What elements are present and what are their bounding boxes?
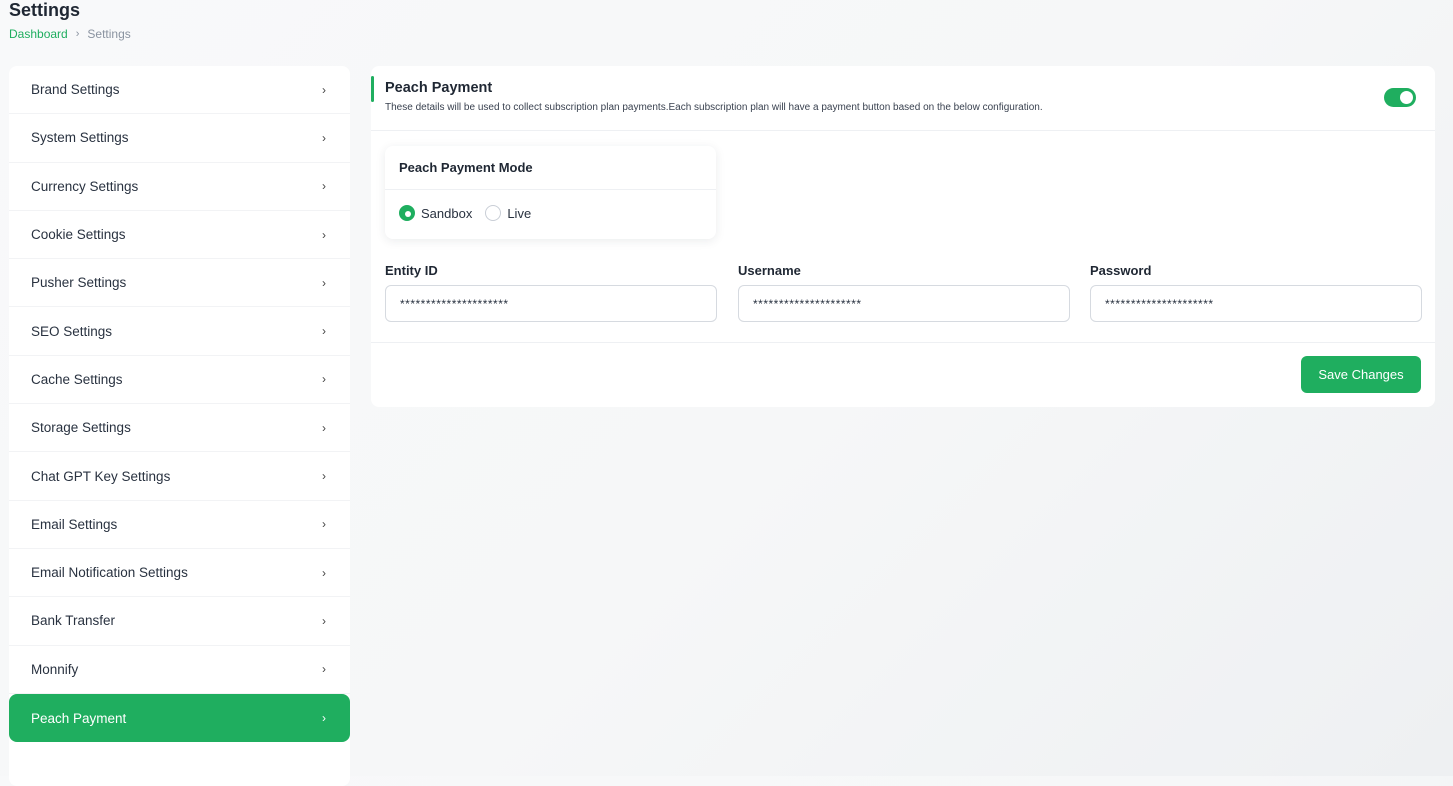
username-label: Username bbox=[738, 263, 801, 278]
card-title: Peach Payment bbox=[385, 80, 493, 96]
sidebar-item-seo-settings[interactable]: SEO Settings › bbox=[9, 307, 350, 356]
sidebar-item-label: Cache Settings bbox=[31, 371, 123, 387]
header-accent-bar bbox=[371, 76, 374, 102]
enable-peach-payment-toggle[interactable] bbox=[1384, 88, 1416, 107]
sidebar-item-label: Storage Settings bbox=[31, 420, 131, 436]
entity-id-label: Entity ID bbox=[385, 263, 438, 278]
sidebar-item-chat-gpt-key-settings[interactable]: Chat GPT Key Settings › bbox=[9, 452, 350, 501]
sidebar-item-label: System Settings bbox=[31, 130, 129, 146]
sidebar-item-email-settings[interactable]: Email Settings › bbox=[9, 501, 350, 549]
sidebar-item-pusher-settings[interactable]: Pusher Settings › bbox=[9, 259, 350, 308]
radio-sandbox[interactable]: Sandbox bbox=[399, 205, 472, 221]
sidebar-item-label: Currency Settings bbox=[31, 178, 139, 194]
username-group: Username bbox=[738, 263, 1070, 322]
peach-payment-card: Peach Payment These details will be used… bbox=[371, 66, 1435, 407]
breadcrumb: Dashboard › Settings bbox=[9, 27, 131, 41]
sidebar-item-currency-settings[interactable]: Currency Settings › bbox=[9, 163, 350, 211]
page-title: Settings bbox=[9, 0, 81, 20]
payment-mode-title: Peach Payment Mode bbox=[385, 146, 716, 190]
chevron-right-icon: › bbox=[322, 275, 326, 290]
sidebar-item-brand-settings[interactable]: Brand Settings › bbox=[9, 66, 350, 115]
chevron-right-icon: › bbox=[322, 372, 326, 387]
sidebar-item-label: Chat GPT Key Settings bbox=[31, 468, 171, 484]
breadcrumb-dashboard-link[interactable]: Dashboard bbox=[9, 27, 68, 41]
entity-id-group: Entity ID bbox=[385, 263, 717, 322]
radio-label: Live bbox=[507, 205, 532, 221]
chevron-right-icon: › bbox=[322, 517, 326, 532]
card-footer-divider bbox=[371, 342, 1435, 343]
save-changes-button[interactable]: Save Changes bbox=[1301, 356, 1421, 393]
radio-unchecked-icon bbox=[485, 205, 502, 221]
username-input[interactable] bbox=[738, 285, 1070, 322]
chevron-right-icon: › bbox=[322, 613, 326, 628]
radio-checked-icon bbox=[399, 205, 415, 221]
sidebar-item-bank-transfer[interactable]: Bank Transfer › bbox=[9, 597, 350, 646]
chevron-right-icon: › bbox=[322, 179, 326, 194]
radio-live[interactable]: Live bbox=[485, 205, 531, 221]
settings-sidebar: Brand Settings › System Settings › Curre… bbox=[9, 66, 350, 786]
payment-mode-box: Peach Payment Mode Sandbox Live bbox=[385, 146, 716, 239]
sidebar-item-cache-settings[interactable]: Cache Settings › bbox=[9, 356, 350, 405]
chevron-right-icon: › bbox=[322, 662, 326, 677]
sidebar-item-label: Email Notification Settings bbox=[31, 565, 188, 581]
sidebar-item-label: SEO Settings bbox=[31, 323, 113, 339]
chevron-right-icon: › bbox=[322, 565, 326, 580]
sidebar-item-storage-settings[interactable]: Storage Settings › bbox=[9, 404, 350, 453]
sidebar-item-label: Cookie Settings bbox=[31, 227, 126, 243]
chevron-right-icon: › bbox=[322, 324, 326, 339]
chevron-right-icon: › bbox=[322, 82, 326, 97]
sidebar-item-monnify[interactable]: Monnify › bbox=[9, 646, 350, 694]
chevron-right-icon: › bbox=[75, 28, 80, 40]
toggle-knob bbox=[1400, 91, 1413, 104]
password-input[interactable] bbox=[1090, 285, 1422, 322]
payment-mode-options: Sandbox Live bbox=[385, 190, 716, 221]
password-group: Password bbox=[1090, 263, 1422, 322]
sidebar-item-label: Email Settings bbox=[31, 516, 118, 532]
sidebar-item-cookie-settings[interactable]: Cookie Settings › bbox=[9, 211, 350, 260]
sidebar-item-email-notification-settings[interactable]: Email Notification Settings › bbox=[9, 549, 350, 598]
chevron-right-icon: › bbox=[322, 420, 326, 435]
sidebar-item-label: Pusher Settings bbox=[31, 275, 127, 291]
breadcrumb-current: Settings bbox=[87, 27, 131, 41]
chevron-right-icon: › bbox=[322, 469, 326, 484]
chevron-right-icon: › bbox=[322, 711, 326, 725]
chevron-right-icon: › bbox=[322, 227, 326, 242]
chevron-right-icon: › bbox=[322, 130, 326, 145]
radio-label: Sandbox bbox=[421, 205, 473, 221]
card-header: Peach Payment These details will be used… bbox=[371, 66, 1435, 131]
sidebar-item-label: Brand Settings bbox=[31, 82, 120, 98]
sidebar-item-label: Peach Payment bbox=[31, 710, 127, 726]
sidebar-item-peach-payment[interactable]: Peach Payment › bbox=[9, 693, 350, 743]
sidebar-item-label: Monnify bbox=[31, 661, 79, 677]
sidebar-item-label: Bank Transfer bbox=[31, 613, 116, 629]
entity-id-input[interactable] bbox=[385, 285, 717, 322]
card-description: These details will be used to collect su… bbox=[385, 102, 1043, 113]
sidebar-item-system-settings[interactable]: System Settings › bbox=[9, 114, 350, 163]
password-label: Password bbox=[1090, 263, 1152, 278]
